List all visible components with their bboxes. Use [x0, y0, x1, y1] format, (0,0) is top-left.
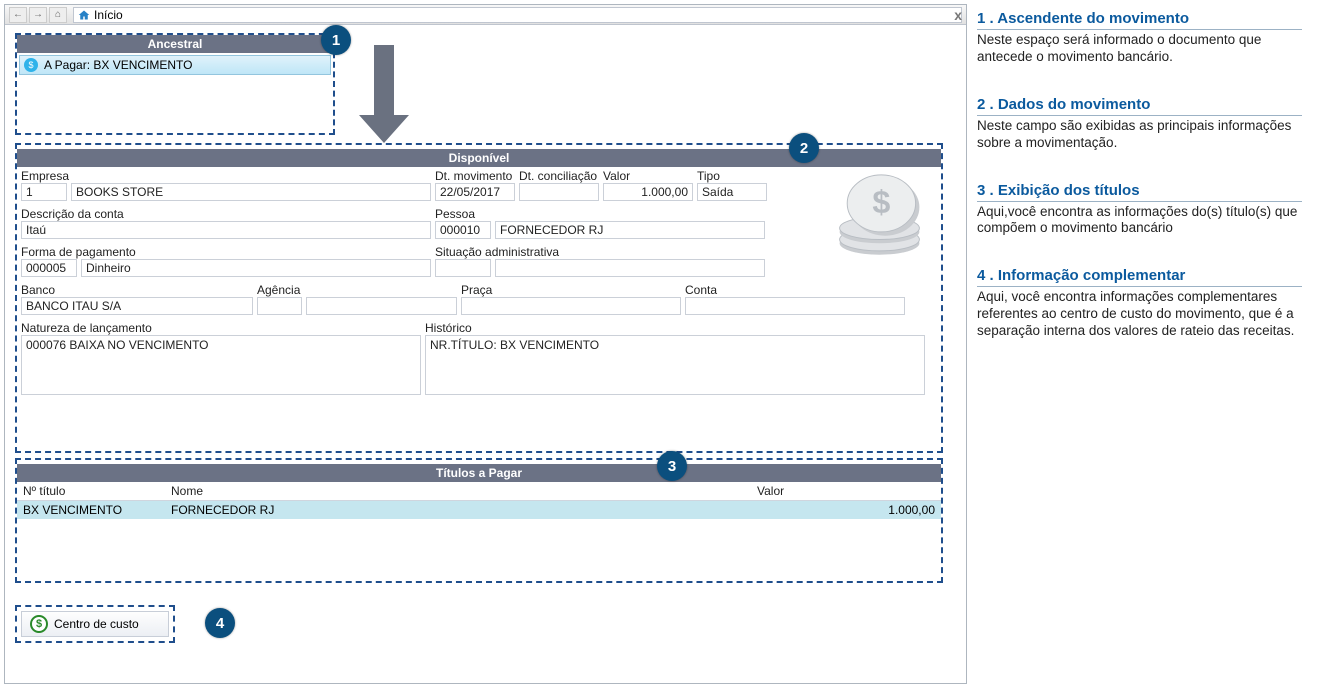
annotation-panel: 1 . Ascendente do movimento Neste espaço… — [971, 0, 1320, 690]
annotation-2: 2 . Dados do movimento Neste campo são e… — [977, 96, 1302, 152]
label-dt-conc: Dt. conciliação — [519, 169, 599, 183]
dt-conciliacao-field[interactable] — [519, 183, 599, 201]
annotation-1-text: Neste espaço será informado o documento … — [977, 32, 1302, 66]
label-pessoa: Pessoa — [435, 207, 765, 221]
annotation-3-title: 3 . Exibição dos títulos — [977, 182, 1302, 202]
tipo-field[interactable]: Saída — [697, 183, 767, 201]
label-agencia: Agência — [257, 283, 457, 297]
money-circle-icon: $ — [30, 615, 48, 633]
annotation-3: 3 . Exibição dos títulos Aqui,você encon… — [977, 182, 1302, 238]
titulos-section: Títulos a Pagar Nº título Nome Valor BX … — [15, 458, 943, 583]
label-forma-pag: Forma de pagamento — [21, 245, 431, 259]
historico-field[interactable]: NR.TÍTULO: BX VENCIMENTO — [425, 335, 925, 395]
label-desc-conta: Descrição da conta — [21, 207, 431, 221]
label-historico: Histórico — [425, 321, 925, 335]
annotation-2-title: 2 . Dados do movimento — [977, 96, 1302, 116]
nav-back-button[interactable]: ← — [9, 7, 27, 23]
col-valor[interactable]: Valor — [751, 482, 941, 500]
valor-field[interactable]: 1.000,00 — [603, 183, 693, 201]
pessoa-name-field[interactable]: FORNECEDOR RJ — [495, 221, 765, 239]
ancestral-item[interactable]: $ A Pagar: BX VENCIMENTO — [19, 55, 331, 75]
forma-pag-name-field[interactable]: Dinheiro — [81, 259, 431, 277]
label-dt-mov: Dt. movimento — [435, 169, 515, 183]
callout-badge-2: 2 — [789, 133, 819, 163]
cell-valor: 1.000,00 — [751, 501, 941, 519]
cell-nome: FORNECEDOR RJ — [165, 501, 751, 519]
natureza-field[interactable]: 000076 BAIXA NO VENCIMENTO — [21, 335, 421, 395]
annotation-4-title: 4 . Informação complementar — [977, 267, 1302, 287]
callout-badge-3: 3 — [657, 451, 687, 481]
titulos-column-headers: Nº título Nome Valor — [17, 482, 941, 501]
dt-movimento-field[interactable]: 22/05/2017 — [435, 183, 515, 201]
nav-forward-button[interactable]: → — [29, 7, 47, 23]
centro-custo-button[interactable]: $ Centro de custo — [21, 611, 169, 637]
agencia-code-field[interactable] — [257, 297, 302, 315]
praca-field[interactable] — [461, 297, 681, 315]
centro-custo-label: Centro de custo — [54, 617, 139, 631]
money-coins-icon: $ — [832, 173, 927, 253]
cell-num-titulo: BX VENCIMENTO — [17, 501, 165, 519]
empresa-name-field[interactable]: BOOKS STORE — [71, 183, 431, 201]
ancestral-item-label: A Pagar: BX VENCIMENTO — [44, 58, 193, 72]
annotation-2-text: Neste campo são exibidas as principais i… — [977, 118, 1302, 152]
flow-arrow-icon — [339, 45, 419, 145]
ancestral-section: Ancestral $ A Pagar: BX VENCIMENTO — [15, 33, 335, 135]
sit-adm-code-field[interactable] — [435, 259, 491, 277]
label-praca: Praça — [461, 283, 681, 297]
label-valor: Valor — [603, 169, 693, 183]
agencia-name-field[interactable] — [306, 297, 457, 315]
label-banco: Banco — [21, 283, 253, 297]
annotation-4: 4 . Informação complementar Aqui, você e… — [977, 267, 1302, 340]
centro-custo-section: $ Centro de custo — [15, 605, 175, 643]
conta-field[interactable] — [685, 297, 905, 315]
annotation-1: 1 . Ascendente do movimento Neste espaço… — [977, 10, 1302, 66]
pessoa-code-field[interactable]: 000010 — [435, 221, 491, 239]
nav-home-button[interactable]: ⌂ — [49, 7, 67, 23]
window-close-button[interactable]: x — [954, 7, 962, 23]
col-nome[interactable]: Nome — [165, 482, 751, 500]
home-icon — [78, 9, 90, 21]
col-num-titulo[interactable]: Nº título — [17, 482, 165, 500]
address-bar[interactable]: Início — [73, 7, 962, 23]
sit-adm-desc-field[interactable] — [495, 259, 765, 277]
svg-text:$: $ — [872, 184, 890, 220]
callout-badge-4: 4 — [205, 608, 235, 638]
callout-badge-1: 1 — [321, 25, 351, 55]
annotation-4-text: Aqui, você encontra informações compleme… — [977, 289, 1302, 340]
label-conta: Conta — [685, 283, 905, 297]
forma-pag-code-field[interactable]: 000005 — [21, 259, 77, 277]
annotation-3-text: Aqui,você encontra as informações do(s) … — [977, 204, 1302, 238]
label-empresa: Empresa — [21, 169, 431, 183]
titulos-row[interactable]: BX VENCIMENTO FORNECEDOR RJ 1.000,00 — [17, 501, 941, 519]
document-icon: $ — [24, 58, 38, 72]
window-titlebar: ← → ⌂ Início x — [5, 5, 966, 25]
address-text: Início — [94, 8, 123, 22]
label-sit-adm: Situação administrativa — [435, 245, 765, 259]
label-tipo: Tipo — [697, 169, 767, 183]
descricao-conta-field[interactable]: Itaú — [21, 221, 431, 239]
empresa-code-field[interactable]: 1 — [21, 183, 67, 201]
app-window: ← → ⌂ Início x 1 2 3 4 Ancestral $ A — [4, 4, 967, 684]
disponivel-section: Disponível Empresa 1 BOOKS STORE Dt. mov — [15, 143, 943, 453]
titulos-header: Títulos a Pagar — [17, 464, 941, 482]
ancestral-header: Ancestral — [17, 35, 333, 53]
annotation-1-title: 1 . Ascendente do movimento — [977, 10, 1302, 30]
label-natureza: Natureza de lançamento — [21, 321, 421, 335]
banco-field[interactable]: BANCO ITAU S/A — [21, 297, 253, 315]
